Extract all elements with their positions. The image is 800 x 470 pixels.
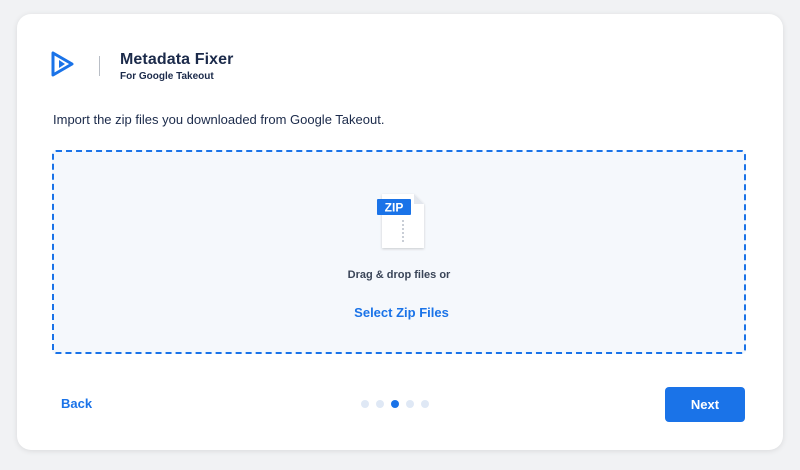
step-dot — [406, 400, 414, 408]
step-dot-active — [391, 400, 399, 408]
play-logo-icon — [51, 51, 74, 77]
app-subtitle: For Google Takeout — [120, 71, 214, 82]
file-dropzone[interactable]: ZIP Drag & drop files or Select Zip File… — [52, 150, 746, 354]
step-dot — [376, 400, 384, 408]
back-button[interactable]: Back — [61, 396, 92, 411]
select-zip-files-button[interactable]: Select Zip Files — [324, 302, 479, 324]
app-title: Metadata Fixer — [120, 51, 234, 68]
step-dot — [361, 400, 369, 408]
step-dot — [421, 400, 429, 408]
wizard-card: Metadata Fixer For Google Takeout Import… — [17, 14, 783, 450]
zip-icon-label: ZIP — [385, 201, 404, 215]
zip-file-icon: ZIP — [377, 194, 424, 248]
step-indicator — [361, 400, 429, 408]
next-button[interactable]: Next — [665, 387, 745, 422]
header-divider — [99, 56, 100, 76]
drag-drop-text: Drag & drop files or — [347, 269, 451, 281]
import-instruction: Import the zip files you downloaded from… — [53, 112, 385, 127]
